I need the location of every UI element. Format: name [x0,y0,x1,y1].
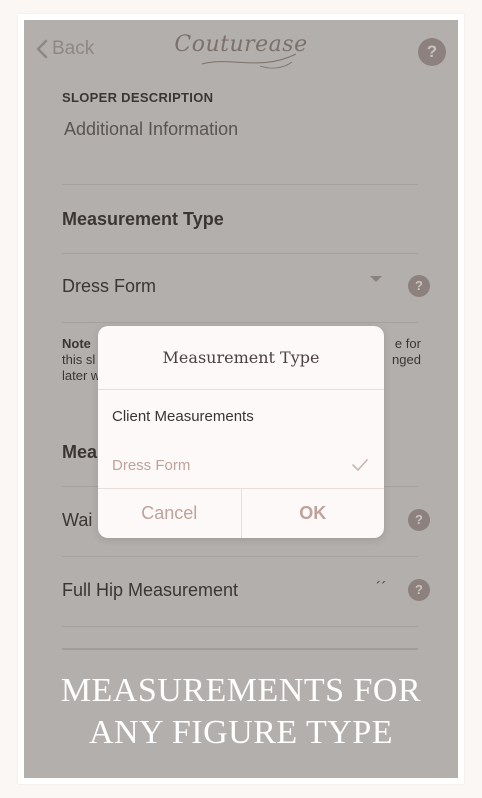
note-line3: later w [62,368,101,383]
note-line2: this sl [62,352,96,367]
checkmark-icon [352,459,368,471]
divider [62,322,418,323]
dropdown-caret-icon [370,276,382,282]
app-screen: Back Couturease ? SLOPER DESCRIPTION Add… [24,20,458,778]
dialog-buttons: Cancel OK [98,488,384,538]
divider [62,184,418,185]
note-label: Note [62,336,91,351]
additional-info-field[interactable]: Additional Information [64,119,238,140]
promo-banner: MEASUREMENTS FOR ANY FIGURE TYPE [24,670,458,754]
waist-label: Wai [62,510,93,530]
note-line2-end: nged [392,352,421,367]
divider [62,253,418,254]
dialog-title: Measurement Type [98,326,384,390]
divider [62,626,418,627]
note-text-right: e for nged [392,336,421,368]
help-icon[interactable]: ? [408,509,430,531]
option-client-measurements[interactable]: Client Measurements [112,408,254,425]
section-label: SLOPER DESCRIPTION [62,90,214,105]
help-button[interactable]: ? [418,38,446,66]
help-icon[interactable]: ? [408,579,430,601]
device-frame: Back Couturease ? SLOPER DESCRIPTION Add… [18,14,464,784]
measurement-type-title: Measurement Type [62,209,224,229]
full-hip-label: Full Hip Measurement [62,580,239,600]
section-divider [62,648,418,650]
banner-line-1: MEASUREMENTS FOR [60,672,422,709]
measurement-type-select[interactable]: Dress Form [62,276,156,297]
inch-mark: ´´ [376,580,387,597]
divider [62,556,418,557]
measurements-title: Mea [62,442,98,462]
note-line1-end: e for [394,336,421,351]
help-icon[interactable]: ? [408,275,430,297]
option-dress-form[interactable]: Dress Form [112,457,190,474]
ok-button[interactable]: OK [242,489,385,538]
measurement-type-dialog: Measurement Type Client Measurements Dre… [98,326,384,538]
cancel-button[interactable]: Cancel [98,489,242,538]
logo-swash-icon [201,53,297,69]
banner-line-2: ANY FIGURE TYPE [88,714,394,751]
